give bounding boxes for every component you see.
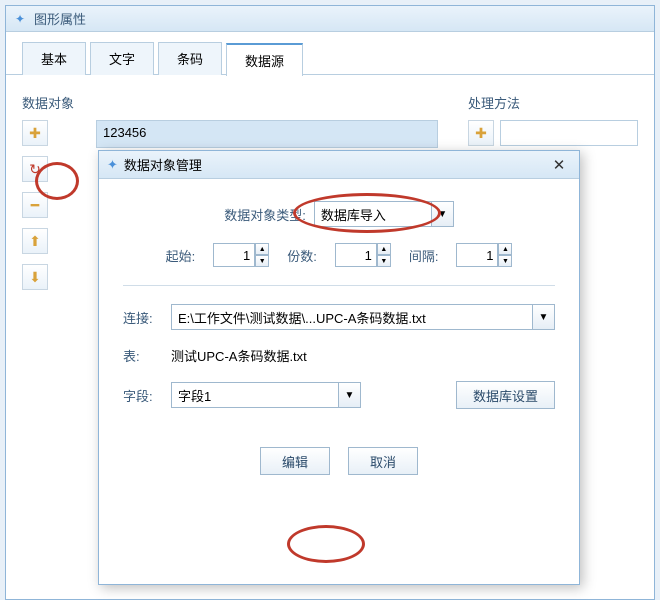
move-down-button[interactable]: ⬇ [22, 264, 48, 290]
copies-input[interactable] [335, 243, 377, 267]
dialog-icon: ✦ [107, 157, 118, 173]
interval-label: 间隔: [409, 246, 439, 265]
spin-up-icon[interactable]: ▲ [255, 243, 269, 255]
type-label: 数据对象类型: [224, 205, 306, 224]
tab-text[interactable]: 文字 [90, 42, 154, 75]
close-icon[interactable]: ✕ [547, 155, 571, 175]
dialog-title: 数据对象管理 [124, 155, 202, 174]
spin-up-icon[interactable]: ▲ [498, 243, 512, 255]
refresh-button[interactable]: ↻ [22, 156, 48, 182]
start-input[interactable] [213, 243, 255, 267]
dialog-footer: 编辑 取消 [123, 447, 555, 475]
dialog-body: 数据对象类型: 数据库导入 ▼ 起始: ▲▼ 份数: ▲▼ 间隔: ▲▼ [99, 179, 579, 497]
type-value: 数据库导入 [321, 205, 386, 224]
remove-button[interactable]: ━ [22, 192, 48, 218]
divider [123, 285, 555, 286]
tab-barcode[interactable]: 条码 [158, 42, 222, 75]
copies-spinner[interactable]: ▲▼ [335, 243, 391, 267]
cancel-button[interactable]: 取消 [348, 447, 418, 475]
tool-column: ✚ ↻ ━ ⬆ ⬇ [22, 120, 52, 290]
chevron-down-icon[interactable]: ▼ [431, 202, 453, 226]
window-title: 图形属性 [34, 9, 86, 28]
db-settings-button[interactable]: 数据库设置 [456, 381, 555, 409]
interval-spinner[interactable]: ▲▼ [456, 243, 512, 267]
table-label: 表: [123, 346, 163, 365]
spin-up-icon[interactable]: ▲ [377, 243, 391, 255]
data-object-dialog: ✦ 数据对象管理 ✕ 数据对象类型: 数据库导入 ▼ 起始: ▲▼ 份数: ▲▼… [98, 150, 580, 585]
table-value: 测试UPC-A条码数据.txt [171, 346, 307, 365]
type-select[interactable]: 数据库导入 ▼ [314, 201, 454, 227]
edit-button[interactable]: 编辑 [260, 447, 330, 475]
tab-basic[interactable]: 基本 [22, 42, 86, 75]
main-titlebar: ✦ 图形属性 [6, 6, 654, 32]
add-button[interactable]: ✚ [22, 120, 48, 146]
start-label: 起始: [166, 246, 196, 265]
data-list-item[interactable]: 123456 [96, 120, 438, 148]
spin-down-icon[interactable]: ▼ [498, 255, 512, 267]
spin-down-icon[interactable]: ▼ [255, 255, 269, 267]
conn-value: E:\工作文件\测试数据\...UPC-A条码数据.txt [178, 308, 426, 327]
method-input[interactable] [500, 120, 638, 146]
interval-input[interactable] [456, 243, 498, 267]
tabbar: 基本 文字 条码 数据源 [6, 32, 654, 75]
conn-label: 连接: [123, 308, 163, 327]
data-object-title: 数据对象 [22, 93, 438, 112]
move-up-button[interactable]: ⬆ [22, 228, 48, 254]
app-icon: ✦ [12, 11, 28, 27]
conn-select[interactable]: E:\工作文件\测试数据\...UPC-A条码数据.txt ▼ [171, 304, 555, 330]
copies-label: 份数: [287, 246, 317, 265]
dialog-titlebar: ✦ 数据对象管理 ✕ [99, 151, 579, 179]
field-value: 字段1 [178, 386, 211, 405]
add-method-button[interactable]: ✚ [468, 120, 494, 146]
spin-down-icon[interactable]: ▼ [377, 255, 391, 267]
field-label: 字段: [123, 386, 163, 405]
start-spinner[interactable]: ▲▼ [213, 243, 269, 267]
process-method-title: 处理方法 [468, 93, 638, 112]
chevron-down-icon[interactable]: ▼ [532, 305, 554, 329]
tab-datasource[interactable]: 数据源 [226, 43, 303, 76]
field-select[interactable]: 字段1 ▼ [171, 382, 361, 408]
chevron-down-icon[interactable]: ▼ [338, 383, 360, 407]
